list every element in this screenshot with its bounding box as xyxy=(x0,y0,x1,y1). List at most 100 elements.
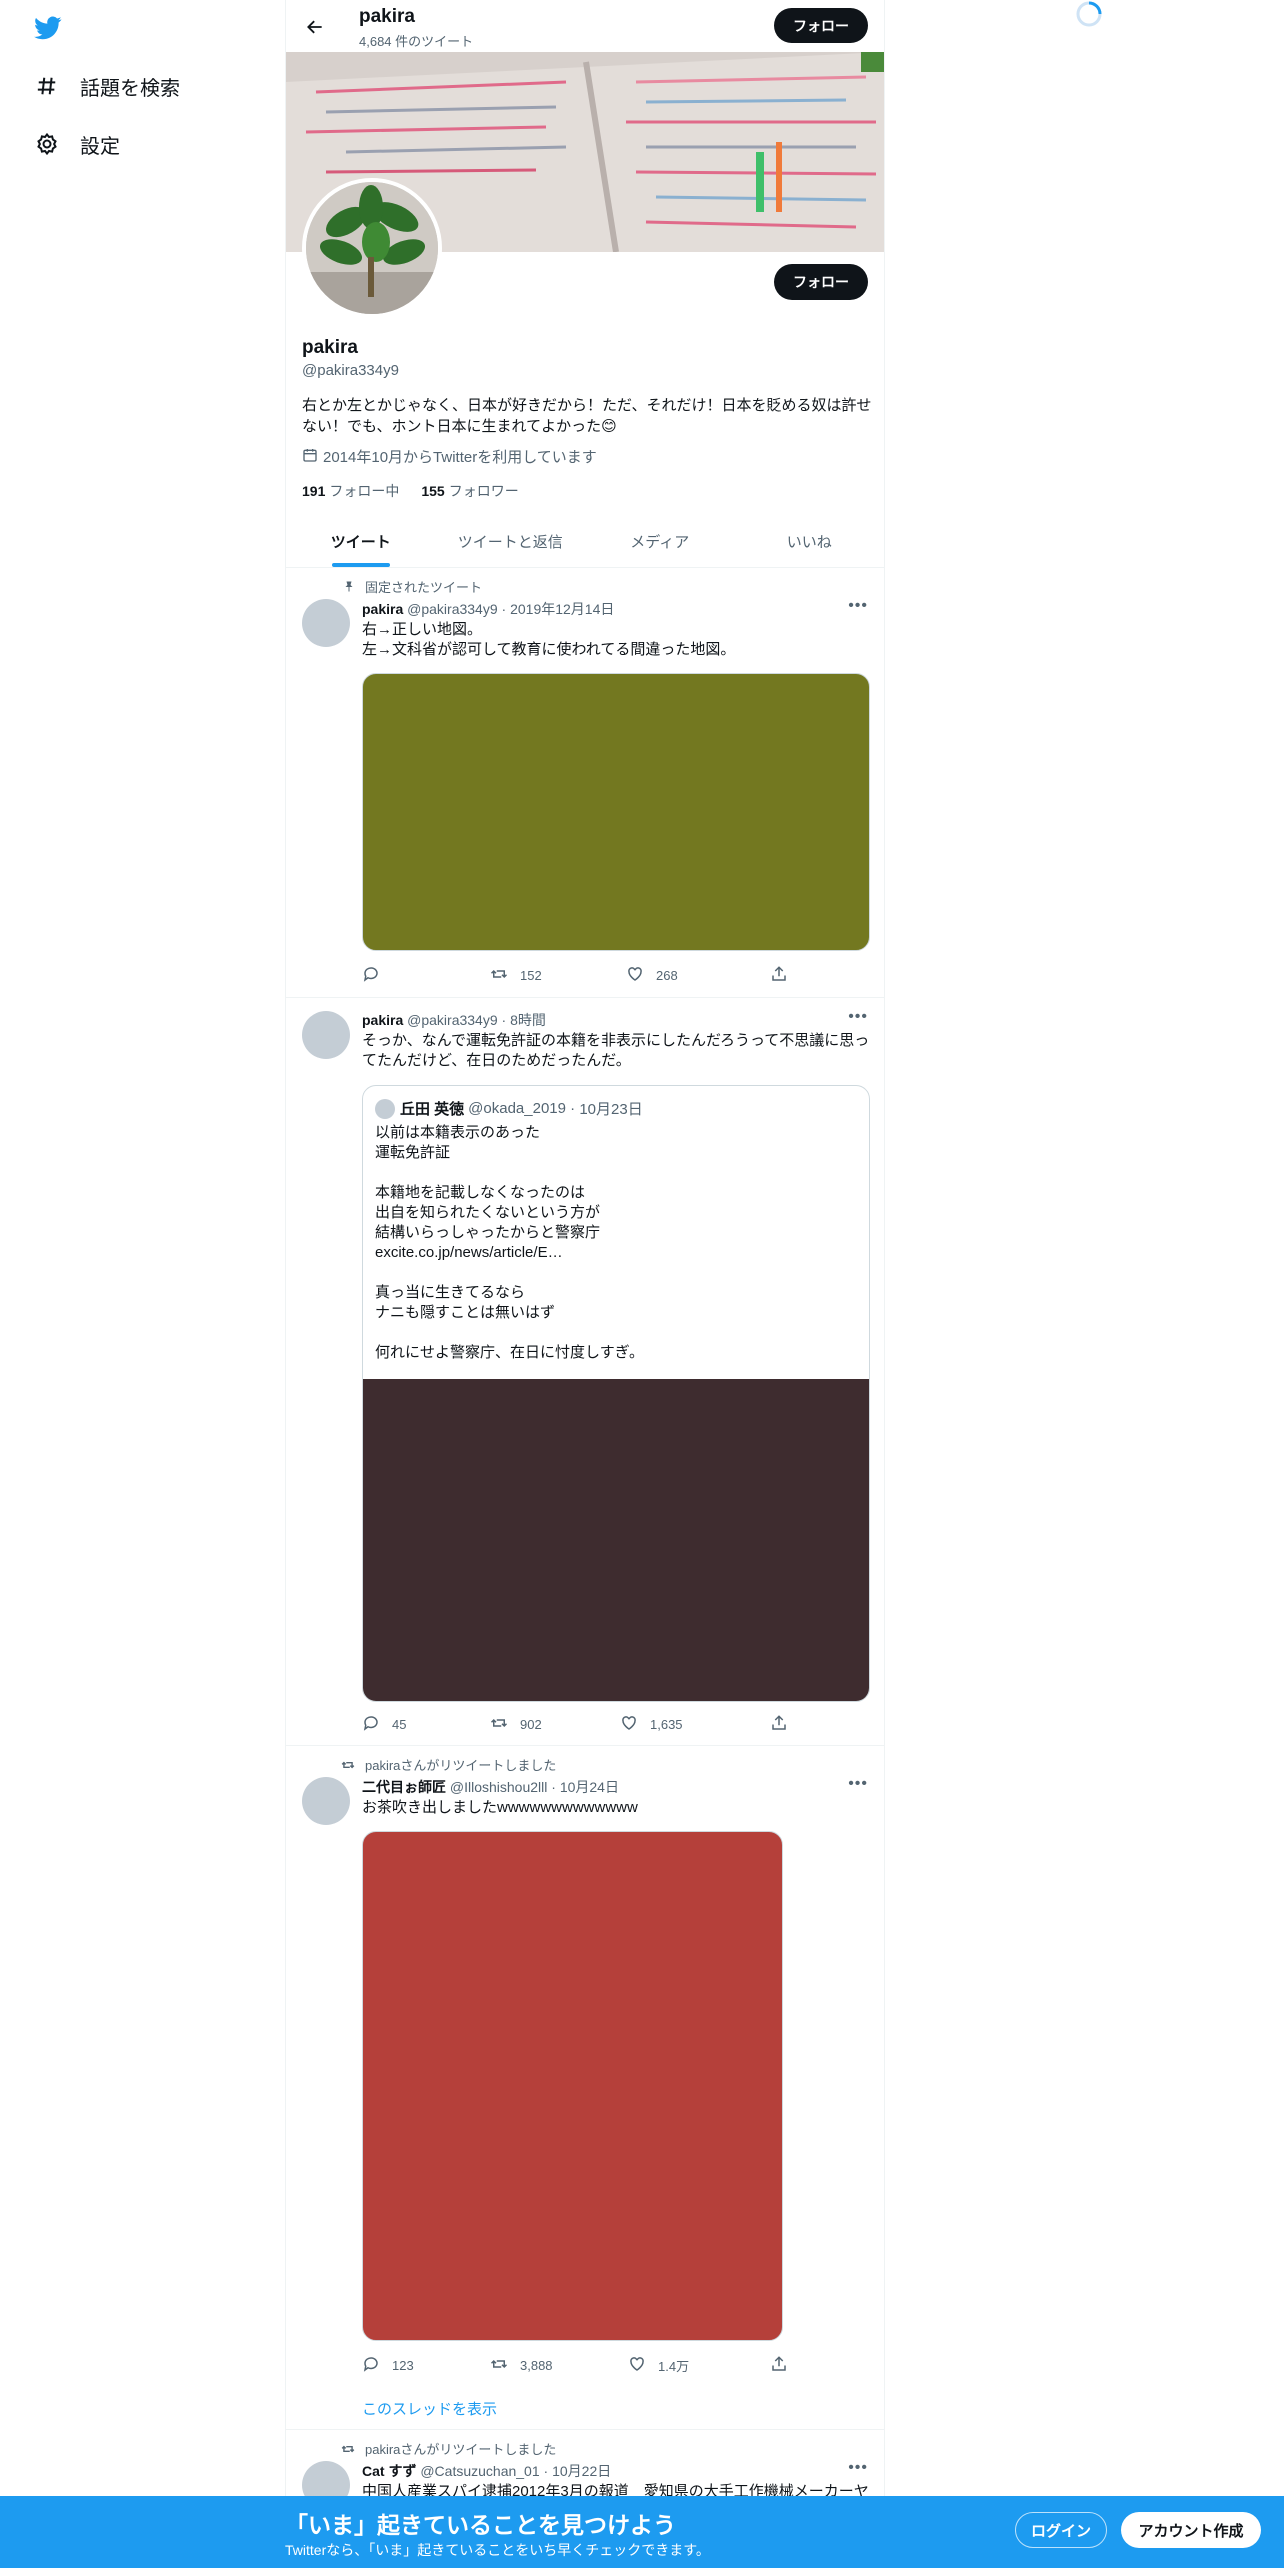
tweet-1[interactable]: 固定されたツイート pakira @pakira334y9 · 2019年12月… xyxy=(286,568,884,998)
tweet-author-handle[interactable]: @pakira334y9 xyxy=(407,1012,498,1028)
quoted-tweet[interactable]: 丘田 英徳 @okada_2019 · 10月23日 以前は本籍表示のあった 運… xyxy=(362,1085,870,1702)
twitter-logo-icon[interactable] xyxy=(32,14,64,44)
share-button[interactable] xyxy=(770,1714,788,1735)
tweet-date[interactable]: 2019年12月14日 xyxy=(510,601,614,617)
more-options-icon[interactable]: ••• xyxy=(848,597,868,615)
profile-avatar[interactable] xyxy=(302,178,442,318)
retweet-count: 3,888 xyxy=(520,2358,553,2373)
tweet-header: 二代目ぉ師匠 @Illoshishou2lll · 10月24日 xyxy=(362,1779,619,1795)
more-options-icon[interactable]: ••• xyxy=(848,1008,868,1026)
heart-icon xyxy=(628,2355,646,2376)
share-icon xyxy=(770,1714,788,1735)
more-options-icon[interactable]: ••• xyxy=(848,1775,868,1793)
tweet-author-handle[interactable]: @Illoshishou2lll xyxy=(450,1779,547,1795)
profile-follow-button[interactable]: フォロー xyxy=(774,264,868,300)
signup-button[interactable]: アカウント作成 xyxy=(1121,2512,1261,2548)
like-count: 1.4万 xyxy=(658,2359,690,2374)
like-button[interactable]: 1,635 xyxy=(620,1714,683,1735)
retweet-indicator: pakiraさんがリツイートしました xyxy=(331,1755,556,1774)
tweet-text: そっか、なんで運転免許証の本籍を非表示にしたんだろうって不思議に思ってたんだけど… xyxy=(362,1032,870,1069)
like-button[interactable]: 268 xyxy=(626,965,678,986)
more-options-icon[interactable]: ••• xyxy=(848,2459,868,2477)
signup-banner-title: 「いま」起きていることを見つけよう xyxy=(285,2512,676,2538)
retweet-icon xyxy=(490,1714,508,1735)
tweet-author-name[interactable]: Cat すず xyxy=(362,2463,416,2479)
retweet-button[interactable]: 3,888 xyxy=(490,2355,553,2376)
reply-icon xyxy=(362,2355,380,2376)
tab-likes[interactable]: いいね xyxy=(735,515,885,567)
reply-button[interactable]: 45 xyxy=(362,1714,406,1735)
following-count: 191 xyxy=(302,483,326,499)
tweet-date[interactable]: 10月22日 xyxy=(552,2463,611,2479)
profile-bio: 右とか左とかじゃなく、日本が好きだから！ただ、それだけ！日本を貶める奴は許せない… xyxy=(302,397,872,435)
header-tweet-count: 4,684 件のツイート xyxy=(359,34,474,49)
tweet-author-handle[interactable]: @pakira334y9 xyxy=(407,601,498,617)
retweet-button[interactable]: 152 xyxy=(490,965,542,986)
pinned-label: 固定されたツイート xyxy=(365,580,483,595)
share-button[interactable] xyxy=(770,2355,788,2376)
profile-joined: 2014年10月からTwitterを利用しています xyxy=(302,446,597,467)
tab-tweets[interactable]: ツイート xyxy=(286,515,436,567)
header-name: pakira xyxy=(359,6,415,27)
reply-count: 45 xyxy=(392,1717,407,1732)
share-button[interactable] xyxy=(770,965,788,986)
tab-media[interactable]: メディア xyxy=(585,515,735,567)
quoted-avatar xyxy=(375,1098,395,1119)
reply-button[interactable] xyxy=(362,965,392,986)
followers-label: フォロワー xyxy=(448,483,519,499)
tweet-avatar[interactable] xyxy=(302,1777,350,1825)
quoted-author-handle: @okada_2019 xyxy=(468,1100,566,1117)
tweet-header: pakira @pakira334y9 · 2019年12月14日 xyxy=(362,601,615,617)
tweet-header: pakira @pakira334y9 · 8時間 xyxy=(362,1012,546,1028)
tweet-author-name[interactable]: 二代目ぉ師匠 xyxy=(362,1779,446,1795)
tweet-media[interactable] xyxy=(362,1831,783,2341)
tweet-date[interactable]: 10月24日 xyxy=(560,1779,619,1795)
retweet-indicator: pakiraさんがリツイートしました xyxy=(331,2439,556,2458)
like-count: 268 xyxy=(656,968,678,983)
retweeted-by-label[interactable]: pakiraさんがリツイートしました xyxy=(365,1755,556,1774)
followers-link[interactable]: 155 フォロワー xyxy=(421,481,518,501)
reply-button[interactable]: 123 xyxy=(362,2355,414,2376)
tweet-date[interactable]: 8時間 xyxy=(510,1012,546,1028)
gear-icon xyxy=(32,129,62,159)
retweet-count: 152 xyxy=(520,968,542,983)
quoted-media[interactable] xyxy=(363,1379,869,1701)
retweeted-by-label[interactable]: pakiraさんがリツイートしました xyxy=(365,2439,556,2458)
heart-icon xyxy=(626,965,644,986)
following-label: フォロー中 xyxy=(329,483,400,499)
tweet-author-name[interactable]: pakira xyxy=(362,1012,403,1028)
like-button[interactable]: 1.4万 xyxy=(628,2355,689,2376)
profile-handle: @pakira334y9 xyxy=(302,362,399,379)
retweet-count: 902 xyxy=(520,1717,542,1732)
quoted-author-name: 丘田 英徳 xyxy=(400,1101,465,1118)
quoted-text: 以前は本籍表示のあった 運転免許証 本籍地を記載しなくなったのは 出自を知られた… xyxy=(375,1124,644,1361)
tweet-media[interactable] xyxy=(362,673,870,951)
retweet-icon xyxy=(331,1758,355,1772)
tab-tweets-replies[interactable]: ツイートと返信 xyxy=(436,515,586,567)
tweet-avatar[interactable] xyxy=(302,599,350,647)
nav-explore[interactable]: 話題を検索 xyxy=(32,66,180,106)
following-link[interactable]: 191 フォロー中 xyxy=(302,481,399,501)
show-thread-link[interactable]: このスレッドを表示 xyxy=(362,2398,497,2419)
signup-banner-subtitle: Twitterなら、「いま」起きていることをいち早くチェックできます。 xyxy=(285,2542,710,2558)
retweet-button[interactable]: 902 xyxy=(490,1714,542,1735)
login-button[interactable]: ログイン xyxy=(1015,2512,1107,2548)
share-icon xyxy=(770,2355,788,2376)
tweet-author-name[interactable]: pakira xyxy=(362,601,403,617)
follow-counts: 191 フォロー中 155 フォロワー xyxy=(302,481,519,501)
header-follow-button[interactable]: フォロー xyxy=(774,8,868,43)
pin-icon xyxy=(331,580,355,593)
share-icon xyxy=(770,965,788,986)
joined-text: 2014年10月からTwitterを利用しています xyxy=(323,449,597,466)
nav-explore-label: 話題を検索 xyxy=(80,77,180,100)
tweet-3[interactable]: pakiraさんがリツイートしました 二代目ぉ師匠 @Illoshishou2l… xyxy=(286,1746,884,2430)
pinned-indicator: 固定されたツイート xyxy=(331,577,482,596)
nav-settings-label: 設定 xyxy=(80,135,120,158)
nav-settings[interactable]: 設定 xyxy=(32,124,120,164)
loading-spinner-icon xyxy=(1074,0,1104,28)
profile-timeline: pakira 4,684 件のツイート フォロー フォロー pakira @pa… xyxy=(285,0,885,2568)
hashtag-icon xyxy=(32,71,62,101)
back-arrow-icon[interactable] xyxy=(300,12,330,42)
tweet-author-handle[interactable]: @Catsuzuchan_01 xyxy=(420,2463,539,2479)
tweet-avatar[interactable] xyxy=(302,1011,350,1059)
